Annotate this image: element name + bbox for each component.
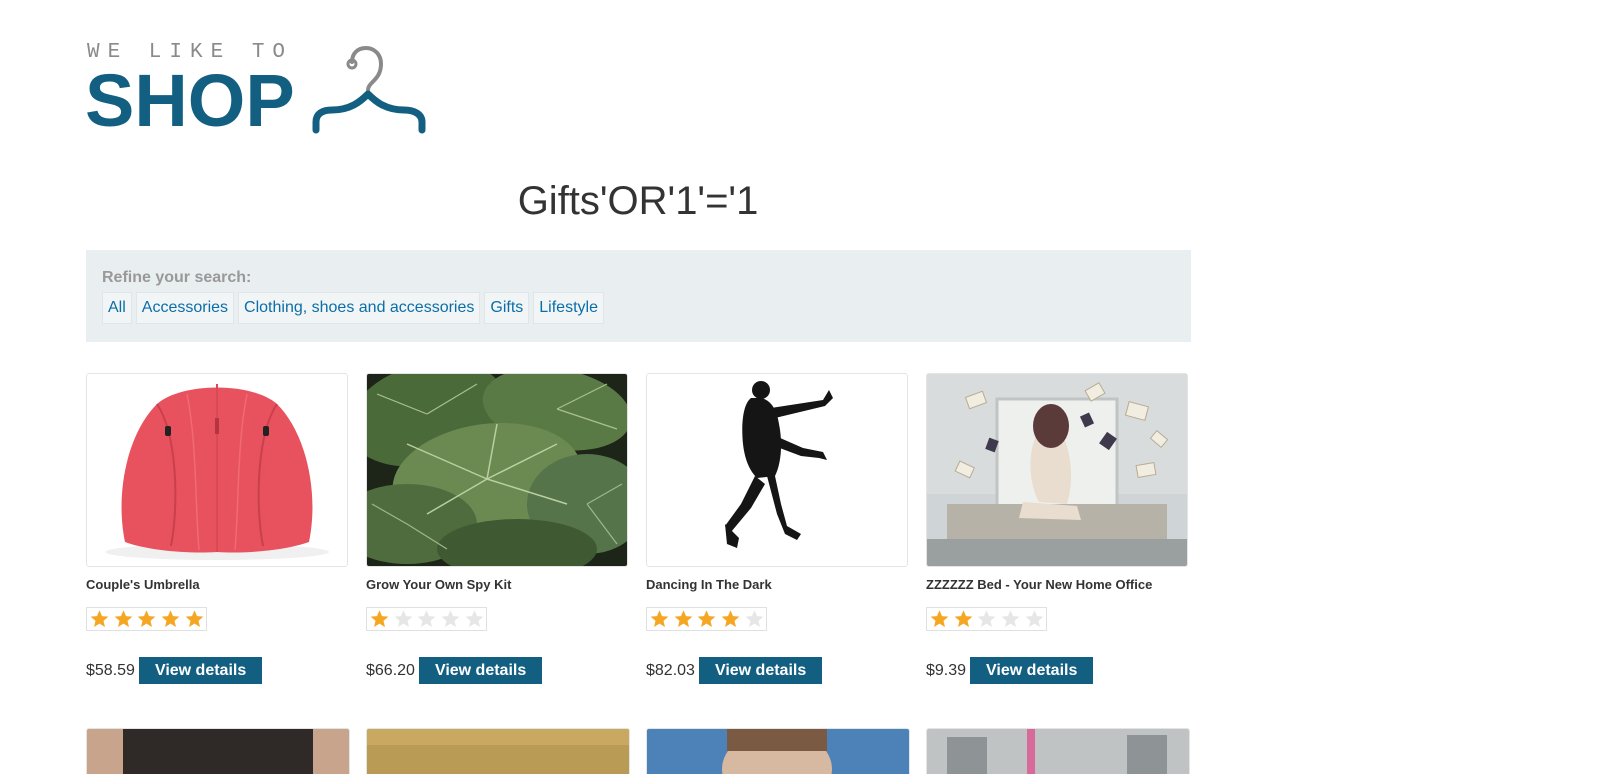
star-rating xyxy=(926,607,1047,631)
star-icon xyxy=(462,608,486,630)
star-icon xyxy=(928,608,952,630)
product-image-leaves[interactable] xyxy=(366,373,628,567)
star-icon xyxy=(88,608,112,630)
product-image-partial[interactable] xyxy=(86,728,350,774)
filter-link-accessories[interactable]: Accessories xyxy=(135,292,235,324)
product-name: Grow Your Own Spy Kit xyxy=(366,577,512,592)
star-rating xyxy=(646,607,767,631)
view-details-button[interactable]: View details xyxy=(698,657,823,684)
star-icon xyxy=(975,608,999,630)
product-price: $58.59 xyxy=(86,661,135,679)
product-card: Grow Your Own Spy Kit $66.20 View detail… xyxy=(366,373,628,684)
star-icon xyxy=(742,608,766,630)
star-icon xyxy=(135,608,159,630)
star-icon xyxy=(439,608,463,630)
site-logo[interactable]: WE LIKE TO SHOP xyxy=(85,40,431,142)
star-icon xyxy=(672,608,696,630)
filter-link-all[interactable]: All xyxy=(102,292,132,324)
star-rating xyxy=(366,607,487,631)
page-title: Gifts'OR'1'='1 xyxy=(517,179,759,223)
view-details-button[interactable]: View details xyxy=(138,657,263,684)
star-icon xyxy=(648,608,672,630)
product-image-partial[interactable] xyxy=(646,728,910,774)
star-icon xyxy=(719,608,743,630)
view-details-button[interactable]: View details xyxy=(418,657,543,684)
product-name: Couple's Umbrella xyxy=(86,577,200,592)
filter-label: Refine your search: xyxy=(102,269,252,286)
product-name: Dancing In The Dark xyxy=(646,577,772,592)
star-icon xyxy=(368,608,392,630)
product-image-silhouette[interactable] xyxy=(646,373,908,567)
product-grid: Couple's Umbrella $58.59 View details Gr… xyxy=(86,373,1191,774)
product-card: ZZZZZZ Bed - Your New Home Office $9.39 … xyxy=(926,373,1188,684)
hanger-icon xyxy=(312,45,426,134)
category-filter-list: All Accessories Clothing, shoes and acce… xyxy=(102,292,604,324)
product-card: Dancing In The Dark $82.03 View details xyxy=(646,373,908,684)
product-image-partial[interactable] xyxy=(926,728,1190,774)
logo-wordmark: SHOP xyxy=(85,59,295,142)
filter-link-gifts[interactable]: Gifts xyxy=(484,292,530,324)
view-details-button[interactable]: View details xyxy=(970,657,1094,684)
star-icon xyxy=(695,608,719,630)
product-price: $82.03 xyxy=(646,661,695,679)
filter-panel: Refine your search: All Accessories Clot… xyxy=(86,250,1191,342)
star-icon xyxy=(392,608,416,630)
star-icon xyxy=(159,608,183,630)
product-card: Couple's Umbrella $58.59 View details xyxy=(86,373,348,684)
product-image-books-bed[interactable] xyxy=(926,373,1188,567)
star-icon xyxy=(999,608,1023,630)
star-icon xyxy=(1022,608,1046,630)
product-price: $66.20 xyxy=(366,661,415,679)
filter-link-lifestyle[interactable]: Lifestyle xyxy=(533,292,604,324)
star-icon xyxy=(952,608,976,630)
star-icon xyxy=(415,608,439,630)
product-image-umbrella[interactable] xyxy=(86,373,348,567)
filter-link-clothing[interactable]: Clothing, shoes and accessories xyxy=(238,292,481,324)
star-rating xyxy=(86,607,207,631)
product-price: $9.39 xyxy=(926,661,967,679)
star-icon xyxy=(112,608,136,630)
product-image-partial[interactable] xyxy=(366,728,630,774)
product-name: ZZZZZZ Bed - Your New Home Office xyxy=(926,577,1153,592)
star-icon xyxy=(182,608,206,630)
